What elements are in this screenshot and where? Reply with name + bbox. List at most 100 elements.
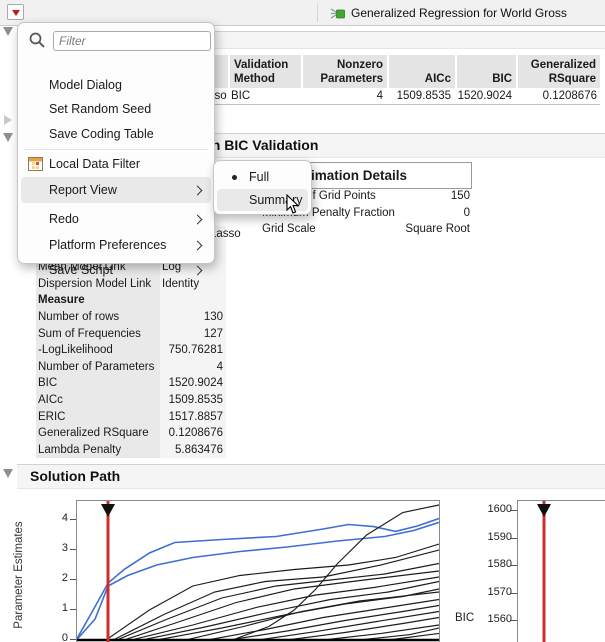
summary-row-value: 1520.9024 (160, 375, 226, 392)
table-cell: 0.1208676 (542, 90, 597, 102)
table-row: Measure (36, 292, 226, 309)
summary-row-label: BIC (36, 375, 160, 392)
column-header-2: Nonzero Parameters (303, 55, 387, 88)
summary-row-value: 130 (160, 309, 226, 326)
menu-item-model-dialog[interactable]: Model Dialog (21, 73, 211, 97)
window-title-area: Generalized Regression for World Gross (330, 4, 567, 22)
column-header-5: Generalized RSquare (518, 55, 600, 88)
table-row: -LogLikelihood 750.76281 (36, 342, 226, 359)
summary-row-value: 750.76281 (160, 342, 226, 359)
menu-item-platform-preferences[interactable]: Platform Preferences (21, 233, 211, 257)
summary-row-value: 5.863476 (160, 441, 226, 459)
solution-path-title: Solution Path (30, 468, 121, 484)
menu-item-report-view[interactable]: Report View (21, 177, 211, 203)
estimation-detail-label: Grid Scale (262, 223, 316, 235)
chevron-right-icon (192, 240, 203, 250)
menu-item-label: Redo (49, 212, 79, 226)
summary-row-label: Number of rows (36, 309, 160, 326)
summary-row-label: ERIC (36, 408, 160, 426)
summary-row-value (160, 292, 226, 309)
solution-path-chart (76, 501, 440, 642)
summary-row-label: Lambda Penalty (36, 441, 160, 459)
red-triangle-popup-menu: Model Dialog Set Random Seed Save Coding T… (17, 22, 215, 277)
y-tick-label: 1560 (487, 613, 512, 625)
chevron-right-icon (192, 214, 203, 224)
menu-item-label: Report View (49, 183, 117, 197)
disclosure-closed-icon[interactable] (4, 115, 12, 125)
column-header-4: BIC (457, 55, 516, 88)
table-row: Sum of Frequencies 127 (36, 325, 226, 343)
bic-validation-plot[interactable] (517, 500, 605, 642)
disclosure-open-icon[interactable] (3, 469, 13, 478)
summary-row-label: Number of Parameters (36, 358, 160, 376)
y-tick-label: 3 (61, 542, 68, 554)
bic-axis-label: BIC (455, 612, 475, 624)
menu-item-local-data-filter[interactable]: Local Data Filter (21, 152, 211, 176)
table-row: Lambda Penalty 5.863476 (36, 441, 226, 459)
menu-item-redo[interactable]: Redo (21, 207, 211, 231)
menu-item-label: Local Data Filter (49, 157, 141, 171)
y-tick-label: 1570 (487, 585, 512, 598)
chevron-right-icon (192, 265, 203, 275)
parameter-estimates-axis-label: Parameter Estimates (13, 521, 25, 629)
summary-row-label: Generalized RSquare (36, 425, 160, 442)
estimation-detail-value: 150 (450, 190, 470, 202)
toolbar-divider (317, 3, 318, 22)
y-tick-label: 1600 (487, 503, 512, 515)
summary-row-value: 4 (160, 358, 226, 376)
y-tick-label: 4 (61, 512, 68, 524)
solution-marker-icon (101, 504, 115, 517)
menu-item-label: Model Dialog (49, 78, 122, 92)
menu-item-label: Save Coding Table (49, 127, 154, 141)
table-row: Number of Parameters 4 (36, 358, 226, 376)
table-cell: 4 (376, 90, 383, 102)
menu-separator (24, 149, 208, 150)
summary-row-label: AICc (36, 392, 160, 409)
table-row: BIC 1520.9024 (36, 375, 226, 392)
table-cell: BIC (231, 90, 251, 102)
report-icon (330, 7, 345, 19)
estimation-detail-value: 0 (463, 206, 470, 219)
menu-item-label: Save Script (49, 263, 113, 277)
submenu-item-full[interactable]: Full (217, 166, 308, 188)
menu-item-save-coding-table[interactable]: Save Coding Table (21, 122, 211, 146)
menu-filter-input[interactable] (53, 31, 211, 51)
chevron-right-icon (192, 185, 203, 195)
red-triangle-menu-button[interactable] (7, 4, 24, 20)
summary-row-value: 127 (160, 325, 226, 343)
search-icon (29, 32, 45, 48)
estimation-detail-value: Square Root (405, 223, 470, 235)
summary-row-label: Measure (36, 292, 160, 309)
menu-item-set-random-seed[interactable]: Set Random Seed (21, 97, 211, 121)
column-header-3: AICc (389, 55, 455, 88)
y-tick-label: 2 (61, 572, 68, 584)
table-row: AICc 1509.8535 (36, 392, 226, 409)
y-tick-label: 1590 (487, 530, 512, 543)
summary-row-label: -LogLikelihood (36, 342, 160, 359)
menu-item-label: Set Random Seed (49, 102, 152, 116)
y-tick-label: 1 (61, 602, 68, 614)
mouse-cursor-icon (286, 194, 300, 214)
selected-bullet-icon (232, 174, 237, 180)
column-header-1: Validation Method (230, 55, 301, 88)
menu-item-label: Platform Preferences (49, 238, 167, 252)
summary-row-label: Sum of Frequencies (36, 325, 160, 343)
window-title: Generalized Regression for World Gross (351, 6, 567, 20)
jmp-report-window: Generalized Regression for World Gross E… (0, 0, 605, 642)
summary-row-value: 1517.8857 (160, 408, 226, 426)
table-row: Generalized RSquare 0.1208676 (36, 425, 226, 442)
table-row: ERIC 1517.8857 (36, 408, 226, 426)
menu-item-save-script[interactable]: Save Script (21, 259, 211, 281)
summary-row-value: 1509.8535 (160, 392, 226, 409)
disclosure-open-icon[interactable] (3, 27, 13, 36)
bic-chart (537, 501, 551, 642)
red-triangle-icon (12, 10, 20, 16)
table-row: Number of rows 130 (36, 309, 226, 326)
y-tick-label: 1580 (487, 558, 512, 570)
solution-path-plot[interactable] (76, 500, 440, 642)
table-cell: 1520.9024 (457, 90, 512, 102)
summary-row-value: 0.1208676 (160, 425, 226, 442)
y-tick-label: 0 (61, 632, 68, 642)
disclosure-open-icon[interactable] (3, 133, 13, 142)
table-cell: 1509.8535 (396, 90, 451, 102)
